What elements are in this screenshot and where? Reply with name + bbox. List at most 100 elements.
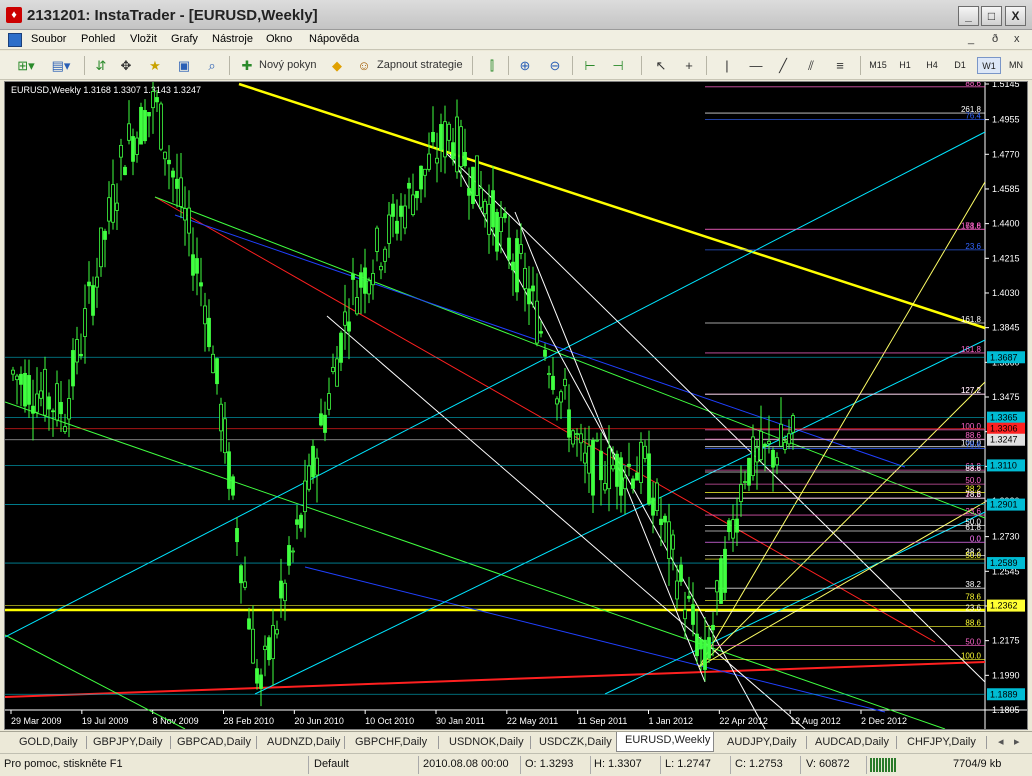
menu-napoveda[interactable]: Nápověda [309, 33, 359, 45]
candle-body [655, 482, 659, 512]
market-watch-icon[interactable]: ⇵ [92, 55, 110, 76]
chart-window[interactable]: EURUSD,Weekly 1.3168 1.3307 1.3143 1.324… [4, 81, 1028, 730]
candle-body [303, 480, 307, 513]
price-marker-label: 1.1889 [990, 689, 1018, 699]
candle-body [55, 383, 59, 421]
mdi-restore-button[interactable]: ð [992, 33, 998, 45]
mdi-minimize-button[interactable]: _ [968, 33, 974, 45]
candle-body [587, 445, 591, 474]
candle-body [439, 124, 443, 151]
minimize-button[interactable]: _ [958, 6, 979, 26]
candle-body [675, 580, 679, 600]
candle-body [91, 285, 95, 316]
metaeditor-icon[interactable]: ◆ [328, 55, 346, 76]
tab-eurusd-weekly[interactable]: EURUSD,Weekly [616, 732, 714, 752]
favorites-icon[interactable]: ★ [146, 55, 164, 76]
tabs-scroll-right-icon[interactable]: ▸ [1011, 734, 1025, 752]
close-button[interactable]: X [1005, 6, 1026, 26]
timeframe-h1[interactable]: H1 [893, 57, 917, 74]
zoom-out-icon[interactable]: ⊖ [545, 55, 565, 76]
tab-chfjpy-daily[interactable]: CHFJPY,Daily [904, 734, 984, 752]
timeframe-w1[interactable]: W1 [977, 57, 1001, 74]
timeframe-m15[interactable]: M15 [866, 57, 890, 74]
title-bar: ♦ 2131201: InstaTrader - [EURUSD,Weekly]… [0, 0, 1032, 30]
timeframe-mn[interactable]: MN [1004, 57, 1028, 74]
tab-gbpcad-daily[interactable]: GBPCAD,Daily [174, 734, 254, 752]
candle-body [703, 639, 707, 670]
candle-body [631, 478, 635, 489]
tab-gold-daily[interactable]: GOLD,Daily [16, 734, 88, 752]
candle-body [407, 182, 411, 189]
candle-body [547, 373, 551, 375]
bar-chart-icon[interactable]: ⫿ [482, 55, 502, 76]
mdi-close-button[interactable]: x [1014, 33, 1020, 45]
menu-nastroje[interactable]: Nástroje [212, 33, 253, 45]
candle-body [195, 258, 199, 274]
trendline-icon[interactable]: ╱ [774, 55, 792, 76]
chart-document-icon[interactable] [8, 33, 22, 47]
tabs-scroll-left-icon[interactable]: ◂ [995, 734, 1009, 752]
new-order-button[interactable]: Nový pokyn [259, 55, 316, 76]
horizontal-line-icon[interactable]: — [745, 55, 767, 76]
menu-grafy[interactable]: Grafy [171, 33, 198, 45]
fib-level-label: 78.6 [965, 441, 981, 450]
profiles-icon[interactable]: ▤▾ [48, 55, 74, 76]
candle-body [483, 200, 487, 215]
terminal-icon[interactable]: ▣ [175, 55, 193, 76]
analysis-line [174, 214, 906, 468]
candle-body [207, 317, 211, 348]
fib-level-label: 78.6 [965, 490, 981, 499]
candle-body [739, 484, 743, 502]
menu-bar: Soubor Pohled Vložit Grafy Nástroje Okno… [0, 30, 1032, 50]
menu-soubor[interactable]: Soubor [31, 33, 66, 45]
price-marker-label: 1.2901 [990, 500, 1018, 510]
candle-body [367, 280, 371, 295]
timeframe-d1[interactable]: D1 [948, 57, 972, 74]
candle-body [155, 97, 159, 103]
fibonacci-icon[interactable]: ≡ [830, 55, 850, 76]
menu-vlozit[interactable]: Vložit [130, 33, 157, 45]
candle-body [15, 375, 19, 381]
tab-usdczk-daily[interactable]: USDCZK,Daily [536, 734, 616, 752]
candle-body [715, 580, 719, 593]
start-strategy-button[interactable]: Zapnout strategie [377, 55, 463, 76]
expert-advisors-icon[interactable]: ☺ [355, 55, 373, 76]
candle-body [523, 268, 527, 289]
chart-shift-icon[interactable]: ⊢ [580, 55, 600, 76]
candle-body [231, 476, 235, 496]
candle-body [11, 369, 15, 375]
candle-body [291, 550, 295, 553]
vertical-line-icon[interactable]: | [718, 55, 736, 76]
candle-body [667, 521, 671, 560]
tab-audnzd-daily[interactable]: AUDNZD,Daily [264, 734, 344, 752]
crosshair-icon[interactable]: + [680, 55, 698, 76]
equidistant-channel-icon[interactable]: ⫽ [800, 55, 822, 76]
menu-pohled[interactable]: Pohled [81, 33, 115, 45]
candle-body [515, 238, 519, 293]
analysis-line [698, 501, 986, 668]
price-chart[interactable]: EURUSD,Weekly 1.3168 1.3307 1.3143 1.324… [5, 82, 1027, 729]
cursor-icon[interactable]: ↖ [652, 55, 670, 76]
candle-body [495, 211, 499, 252]
candle-body [579, 433, 583, 444]
new-order-icon[interactable]: ✚ [238, 55, 256, 76]
tab-gbpchf-daily[interactable]: GBPCHF,Daily [352, 734, 436, 752]
candle-body [451, 142, 455, 160]
timeframe-h4[interactable]: H4 [920, 57, 944, 74]
analysis-line [604, 511, 986, 695]
tab-audjpy-daily[interactable]: AUDJPY,Daily [724, 734, 804, 752]
tab-audcad-daily[interactable]: AUDCAD,Daily [812, 734, 894, 752]
autoscroll-icon[interactable]: ⊣ [608, 55, 628, 76]
strategy-tester-icon[interactable]: ⌕ [203, 55, 221, 76]
menu-okno[interactable]: Okno [266, 33, 292, 45]
crosshair-nav-icon[interactable]: ✥ [117, 55, 135, 76]
candle-body [371, 273, 375, 286]
zoom-in-icon[interactable]: ⊕ [515, 55, 535, 76]
tab-usdnok-daily[interactable]: USDNOK,Daily [446, 734, 530, 752]
new-chart-icon[interactable]: ⊞▾ [12, 55, 40, 76]
candle-body [771, 449, 775, 468]
candle-body [435, 157, 439, 164]
candle-body [595, 439, 599, 442]
maximize-button[interactable]: □ [981, 6, 1002, 26]
tab-gbpjpy-daily[interactable]: GBPJPY,Daily [90, 734, 168, 752]
